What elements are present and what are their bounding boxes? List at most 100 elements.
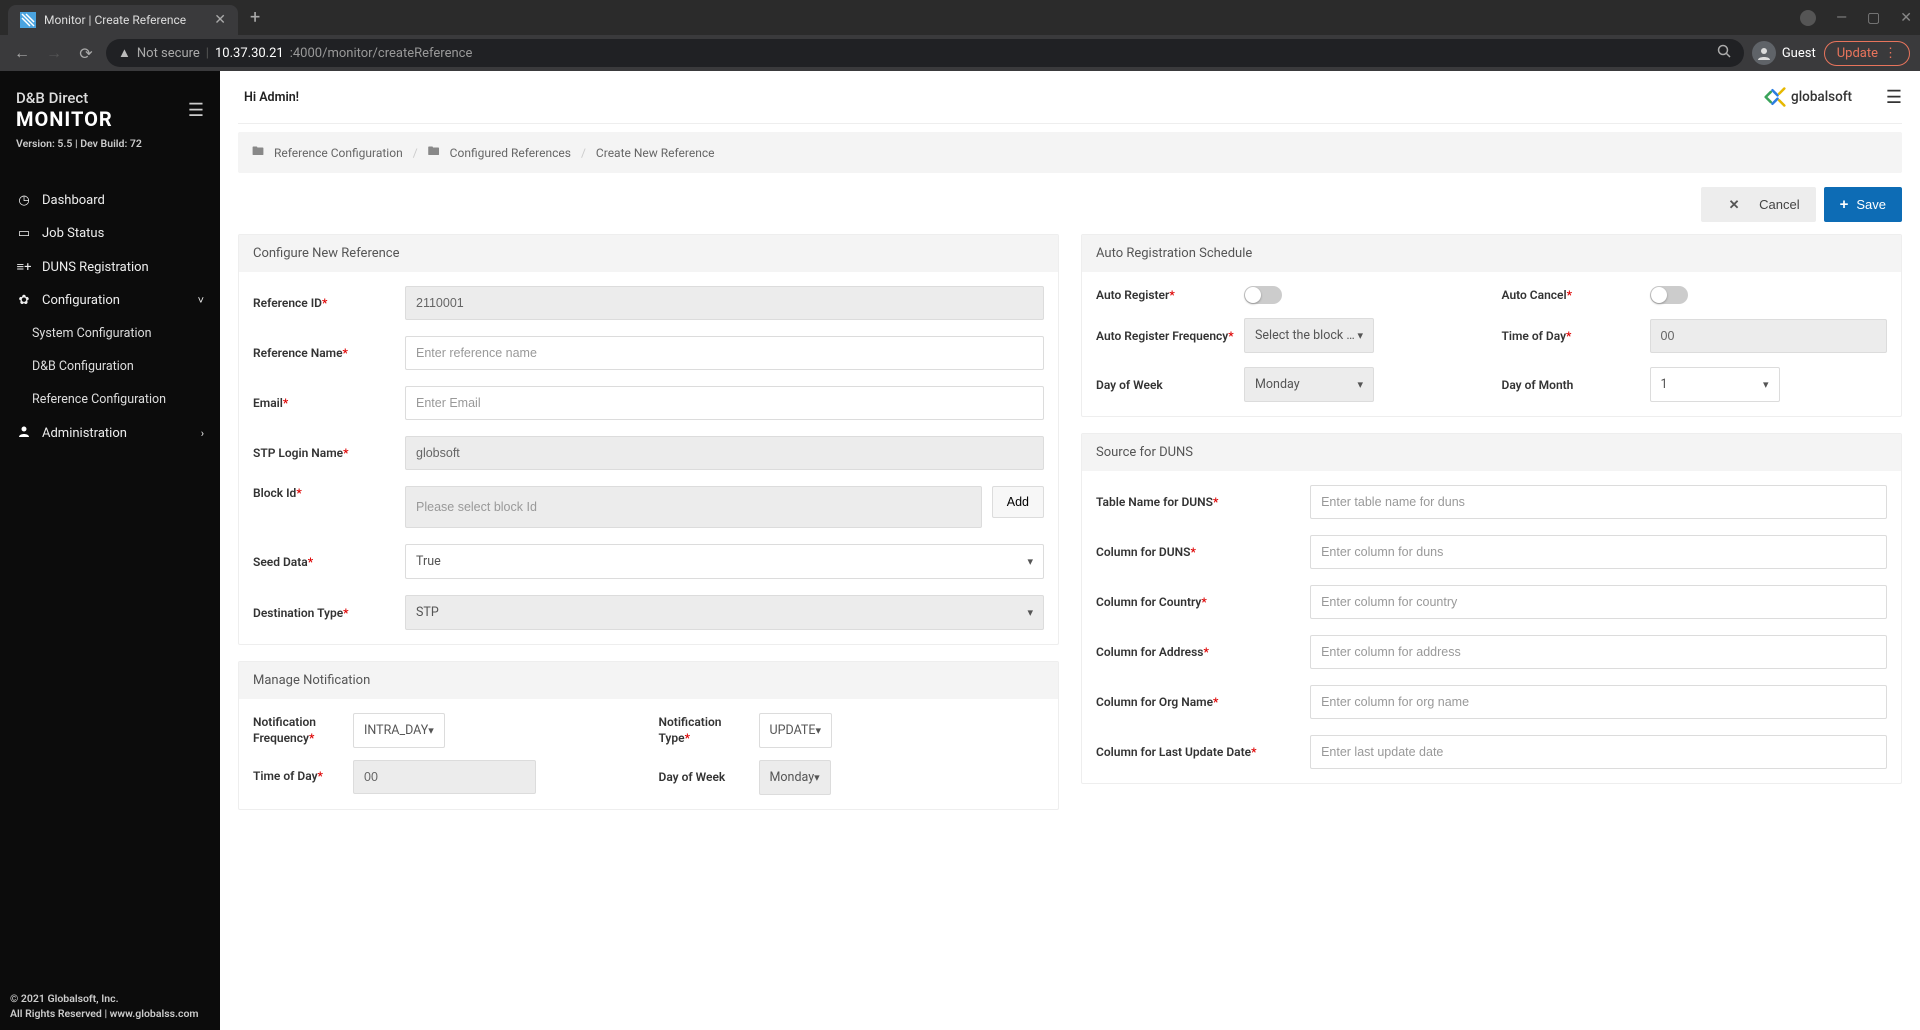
cancel-button[interactable]: ✕ Cancel (1701, 187, 1815, 222)
reference-name-input[interactable] (405, 336, 1044, 370)
chevron-down-icon: ▾ (1357, 378, 1363, 391)
tab-close-icon[interactable]: ✕ (214, 12, 226, 28)
maximize-icon[interactable]: ▢ (1867, 10, 1880, 26)
sched-dow-select[interactable]: Monday ▾ (1244, 367, 1374, 402)
tab-title: Monitor | Create Reference (44, 13, 206, 27)
block-id-input (405, 486, 982, 528)
close-window-icon[interactable]: ✕ (1900, 10, 1912, 26)
block-id-label: Block Id* (253, 486, 393, 500)
duns-orgname-label: Column for Org Name* (1096, 695, 1298, 709)
sidebar-item-dashboard[interactable]: ◷ Dashboard (0, 184, 220, 217)
schedule-title: Auto Registration Schedule (1082, 235, 1901, 272)
notif-freq-label: Notification Frequency* (253, 715, 343, 746)
minimize-icon[interactable]: — (1836, 10, 1847, 26)
stp-login-label: STP Login Name* (253, 446, 393, 460)
version-label: Version: 5.5 | Dev Build: 72 (16, 137, 204, 150)
save-button[interactable]: + Save (1824, 187, 1902, 222)
duns-lastupdate-input[interactable] (1310, 735, 1887, 769)
sidebar-item-administration[interactable]: Administration › (0, 416, 220, 450)
stp-login-input (405, 436, 1044, 470)
notification-title: Manage Notification (239, 662, 1058, 699)
topbar: Hi Admin! globalsoft ☰ (238, 71, 1902, 123)
crumb-2[interactable]: Configured References (450, 146, 571, 160)
update-button[interactable]: Update ⋮ (1824, 41, 1910, 66)
profile-chip[interactable]: Guest (1752, 41, 1816, 65)
notif-tod-label: Time of Day* (253, 769, 343, 785)
gear-icon: ✿ (16, 293, 32, 308)
dest-type-label: Destination Type* (253, 606, 393, 620)
email-label: Email* (253, 396, 393, 410)
kebab-icon: ⋮ (1884, 46, 1897, 61)
duns-address-input[interactable] (1310, 635, 1887, 669)
back-icon[interactable]: ← (10, 43, 34, 63)
auto-reg-freq-select[interactable]: Select the block aut.. ▾ (1244, 318, 1374, 353)
auto-cancel-toggle[interactable] (1650, 286, 1688, 304)
chevron-right-icon: › (201, 427, 204, 440)
header-menu-icon[interactable]: ☰ (1886, 87, 1902, 108)
sidebar-item-dnb-configuration[interactable]: D&B Configuration (0, 350, 220, 383)
sidebar-item-reference-configuration[interactable]: Reference Configuration (0, 383, 220, 416)
sidebar-toggle-icon[interactable]: ☰ (188, 100, 204, 121)
sidebar-item-job-status[interactable]: ▭ Job Status (0, 217, 220, 250)
globalsoft-logo: globalsoft ☰ (1764, 85, 1902, 109)
profile-label: Guest (1782, 46, 1816, 61)
dest-type-select[interactable]: STP ▾ (405, 595, 1044, 630)
sidebar-item-system-configuration[interactable]: System Configuration (0, 317, 220, 350)
duns-table-label: Table Name for DUNS* (1096, 495, 1298, 509)
auto-register-label: Auto Register* (1096, 288, 1236, 302)
source-duns-title: Source for DUNS (1082, 434, 1901, 471)
insecure-icon: ▲ (118, 45, 131, 61)
email-input[interactable] (405, 386, 1044, 420)
reference-name-label: Reference Name* (253, 346, 393, 360)
x-icon: ✕ (1717, 197, 1751, 213)
chevron-down-icon: ▾ (428, 724, 434, 737)
avatar-icon (1752, 41, 1776, 65)
notif-type-label: Notification Type* (659, 715, 749, 746)
search-in-page-icon[interactable] (1716, 43, 1732, 63)
auto-reg-freq-label: Auto Register Frequency* (1096, 329, 1236, 343)
sched-dom-select[interactable]: 1 ▾ (1650, 367, 1780, 402)
sched-tod-label: Time of Day* (1502, 329, 1642, 343)
list-plus-icon: ≡+ (16, 259, 32, 275)
security-label: Not secure (137, 46, 200, 61)
duns-table-input[interactable] (1310, 485, 1887, 519)
address-bar[interactable]: ▲ Not secure | 10.37.30.21:4000/monitor/… (106, 39, 1744, 67)
sched-dow-label: Day of Week (1096, 378, 1236, 392)
notif-type-select[interactable]: UPDATE ▾ (759, 713, 833, 748)
auto-register-toggle[interactable] (1244, 286, 1282, 304)
duns-country-label: Column for Country* (1096, 595, 1298, 609)
browser-tab[interactable]: Monitor | Create Reference ✕ (8, 5, 238, 35)
notif-freq-select[interactable]: INTRA_DAY ▾ (353, 713, 445, 748)
duns-orgname-input[interactable] (1310, 685, 1887, 719)
breadcrumb: 🖿 Reference Configuration / 🖿 Configured… (238, 132, 1902, 173)
incognito-icon[interactable] (1800, 10, 1816, 26)
browser-toolbar: ← → ⟳ ▲ Not secure | 10.37.30.21:4000/mo… (0, 35, 1920, 71)
sidebar-item-duns-registration[interactable]: ≡+ DUNS Registration (0, 250, 220, 284)
crumb-3: Create New Reference (596, 146, 715, 160)
sidebar-nav: ◷ Dashboard ▭ Job Status ≡+ DUNS Registr… (0, 184, 220, 983)
reference-id-label: Reference ID* (253, 296, 393, 310)
reload-icon[interactable]: ⟳ (74, 44, 98, 63)
main-content: Hi Admin! globalsoft ☰ 🖿 Reference Confi… (220, 71, 1920, 1030)
plus-icon: + (1840, 196, 1849, 213)
action-bar: ✕ Cancel + Save (238, 187, 1902, 222)
sidebar-item-configuration[interactable]: ✿ Configuration ˅ (0, 284, 220, 317)
auto-cancel-label: Auto Cancel* (1502, 288, 1642, 302)
notif-dow-label: Day of Week (659, 770, 749, 786)
crumb-1[interactable]: Reference Configuration (274, 146, 403, 160)
notif-tod-input (353, 760, 536, 794)
new-tab-button[interactable]: + (250, 7, 260, 28)
folder-icon: 🖿 (252, 142, 264, 163)
chevron-down-icon: ▾ (814, 771, 820, 784)
block-id-add-button[interactable]: Add (992, 486, 1044, 518)
notif-dow-select[interactable]: Monday ▾ (759, 760, 831, 795)
chevron-down-icon: ▾ (1357, 329, 1363, 342)
user-icon (16, 425, 32, 441)
configure-card: Configure New Reference Reference ID* Re… (238, 234, 1059, 645)
forward-icon: → (42, 43, 66, 63)
duns-col-input[interactable] (1310, 535, 1887, 569)
seed-data-select[interactable]: True ▾ (405, 544, 1044, 579)
duns-country-input[interactable] (1310, 585, 1887, 619)
brand-line1: D&B Direct (16, 89, 113, 107)
duns-address-label: Column for Address* (1096, 645, 1298, 659)
